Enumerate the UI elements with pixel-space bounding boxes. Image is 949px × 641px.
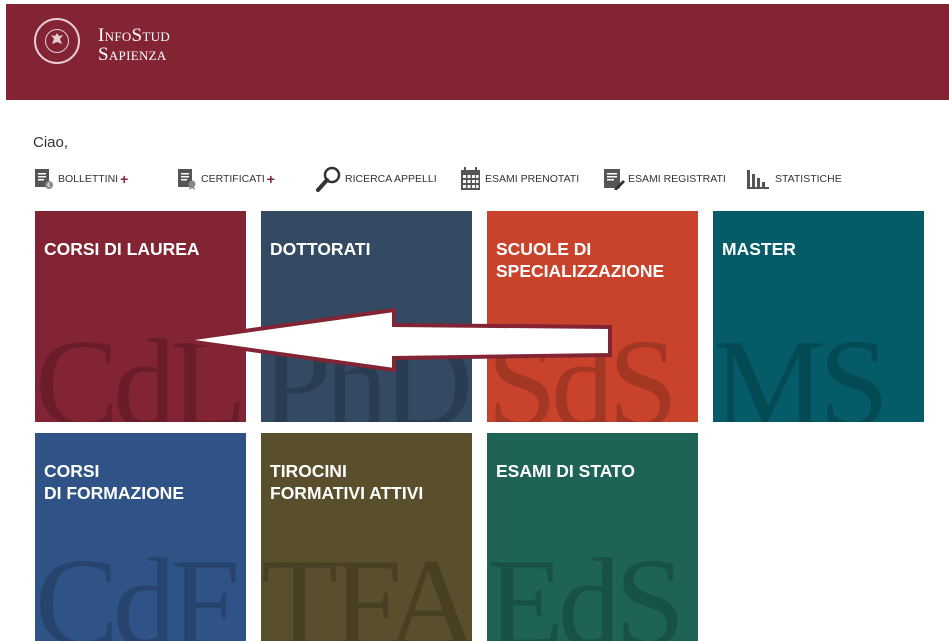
toolbar-certificati[interactable]: CERTIFICATI + bbox=[176, 164, 275, 194]
tile-title: CORSI DI LAUREA bbox=[44, 239, 200, 259]
search-icon bbox=[316, 166, 341, 192]
toolbar-label: STATISTICHE bbox=[775, 173, 842, 185]
tile-master[interactable]: MASTER MS bbox=[713, 211, 924, 422]
document-icon: € bbox=[35, 169, 53, 189]
tile-title: MASTER bbox=[722, 239, 796, 259]
tile-title: ESAMI DI STATO bbox=[496, 461, 636, 481]
eagle-icon bbox=[51, 33, 63, 44]
tile-watermark: SdS bbox=[487, 315, 678, 423]
tile-watermark: MS bbox=[713, 315, 889, 423]
toolbar-statistiche[interactable]: STATISTICHE bbox=[746, 164, 842, 194]
sapienza-seal-icon[interactable] bbox=[34, 18, 80, 64]
app-header: InfoStud Sapienza bbox=[6, 4, 949, 100]
brand-line-2: Sapienza bbox=[98, 44, 167, 65]
brand-title[interactable]: InfoStud Sapienza bbox=[98, 26, 170, 64]
tile-title: DOTTORATI bbox=[270, 239, 371, 259]
calendar-icon bbox=[461, 167, 480, 190]
tile-title: SCUOLE DI SPECIALIZZAZIONE bbox=[496, 239, 665, 281]
brand-line-1: InfoStud bbox=[98, 25, 171, 46]
tile-watermark: PhD bbox=[261, 315, 472, 423]
certificate-icon bbox=[178, 169, 196, 190]
plus-icon[interactable]: + bbox=[267, 171, 275, 187]
tile-watermark: TFA bbox=[261, 534, 472, 641]
tile-esami-di-stato[interactable]: ESAMI DI STATO EdS bbox=[487, 433, 698, 641]
tile-scuole-di-specializzazione[interactable]: SCUOLE DI SPECIALIZZAZIONE SdS bbox=[487, 211, 698, 422]
tile-dottorati[interactable]: DOTTORATI PhD bbox=[261, 211, 472, 422]
toolbar-bollettini[interactable]: € BOLLETTINI + bbox=[33, 164, 128, 194]
toolbar-label: RICERCA APPELLI bbox=[345, 173, 437, 185]
tile-tirocini-formativi-attivi[interactable]: TIROCINI FORMATIVI ATTIVI TFA bbox=[261, 433, 472, 641]
tile-title: CORSI DI FORMAZIONE bbox=[44, 461, 184, 503]
bar-chart-icon bbox=[747, 170, 769, 189]
tile-corsi-di-formazione[interactable]: CORSI DI FORMAZIONE CdF bbox=[35, 433, 246, 641]
toolbar-label: ESAMI PRENOTATI bbox=[485, 173, 580, 185]
greeting-text: Ciao, bbox=[33, 134, 69, 151]
svg-text:€: € bbox=[47, 182, 51, 189]
tile-watermark: EdS bbox=[487, 534, 685, 641]
edit-document-icon bbox=[604, 169, 625, 190]
toolbar-ricerca-appelli[interactable]: RICERCA APPELLI bbox=[316, 164, 437, 194]
tile-title: TIROCINI FORMATIVI ATTIVI bbox=[270, 461, 424, 503]
tile-watermark: CdL bbox=[35, 315, 246, 423]
toolbar-label: BOLLETTINI bbox=[58, 173, 119, 185]
toolbar-esami-prenotati[interactable]: ESAMI PRENOTATI bbox=[460, 164, 579, 194]
tile-watermark: CdF bbox=[35, 534, 240, 641]
plus-icon[interactable]: + bbox=[120, 171, 128, 187]
toolbar-esami-registrati[interactable]: ESAMI REGISTRATI bbox=[603, 164, 726, 194]
toolbar-label: CERTIFICATI bbox=[201, 173, 265, 185]
toolbar-label: ESAMI REGISTRATI bbox=[628, 173, 726, 185]
tile-corsi-di-laurea[interactable]: CORSI DI LAUREA CdL bbox=[35, 211, 246, 422]
